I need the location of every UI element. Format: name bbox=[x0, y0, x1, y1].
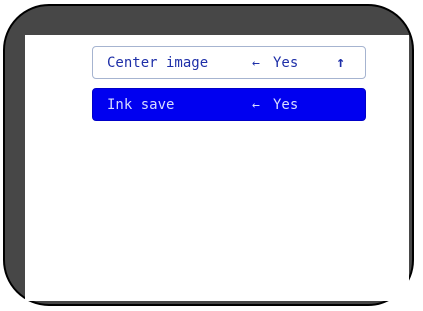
menu-item-value: Yes bbox=[273, 97, 299, 113]
menu-item-value: Yes bbox=[273, 55, 299, 71]
left-arrow-icon: ← bbox=[252, 56, 260, 71]
device-bezel: Center image ← Yes ↑ Ink save ← Yes bbox=[3, 4, 414, 306]
menu-item-ink-save[interactable]: Ink save ← Yes bbox=[92, 88, 366, 121]
scroll-up-icon[interactable]: ↑ bbox=[336, 46, 345, 79]
left-arrow-icon: ← bbox=[252, 98, 260, 113]
lcd-screen: Center image ← Yes ↑ Ink save ← Yes bbox=[25, 35, 409, 301]
menu-item-label: Ink save bbox=[107, 97, 175, 113]
menu-item-center-image[interactable]: Center image ← Yes ↑ bbox=[92, 46, 366, 79]
menu-item-label: Center image bbox=[107, 55, 209, 71]
